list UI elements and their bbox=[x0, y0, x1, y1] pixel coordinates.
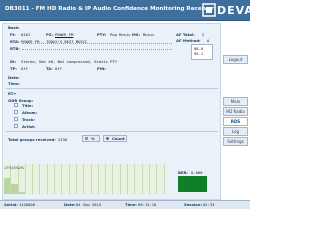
date-label: Date: bbox=[8, 75, 20, 80]
section-divider bbox=[6, 88, 218, 89]
nav-log[interactable]: Log bbox=[223, 127, 248, 136]
group-bar bbox=[150, 164, 158, 194]
logo-text: DEVA bbox=[217, 4, 254, 17]
rtplus-label: RT+ bbox=[8, 91, 17, 96]
status-date-value: 04 Sep 2015 bbox=[76, 202, 102, 207]
time-label: Time: bbox=[8, 81, 20, 86]
track-indicator bbox=[14, 117, 18, 121]
logout-button[interactable]: Logout bbox=[223, 55, 248, 64]
nav-settings[interactable]: Settings bbox=[223, 137, 248, 146]
serial-value: 1420000 bbox=[19, 202, 36, 207]
artist-indicator bbox=[14, 124, 18, 128]
nav-hd-radio[interactable]: HD Radio bbox=[223, 107, 248, 116]
count-label: Count bbox=[112, 136, 125, 141]
group-bar-fill bbox=[11, 183, 18, 194]
group-bar bbox=[77, 164, 85, 194]
rta-label: RTA: bbox=[10, 39, 20, 44]
album-indicator bbox=[14, 110, 18, 114]
deva-logo: DEVA bbox=[202, 3, 253, 17]
status-time-value: 09:15:10 bbox=[138, 202, 157, 207]
ms-label: MS: bbox=[132, 32, 141, 37]
group-bar bbox=[157, 164, 165, 194]
tp-value: Off bbox=[21, 66, 28, 71]
pi-value: 0101 bbox=[21, 32, 31, 37]
radio-icon bbox=[85, 137, 88, 140]
ber-value: 0.000 bbox=[191, 170, 203, 175]
group-bar bbox=[55, 164, 63, 194]
rta-underline bbox=[22, 43, 172, 44]
group-bar bbox=[69, 164, 77, 194]
di-value: Stereo, Not AH, Not compressed, Static P… bbox=[21, 59, 118, 64]
group-bar bbox=[135, 164, 143, 194]
ps-value: POWER FM bbox=[55, 32, 74, 37]
pi-label: PI: bbox=[10, 32, 16, 37]
rtplus-artist-label: Artist: bbox=[22, 124, 36, 129]
group-bar bbox=[128, 164, 136, 194]
section-divider bbox=[6, 131, 218, 132]
title-indicator bbox=[14, 103, 18, 107]
af-method-value: A bbox=[207, 38, 210, 43]
status-date-label: Date: bbox=[64, 202, 76, 207]
af-method-label: AF Method: bbox=[176, 38, 201, 43]
af-total-label: AF Total: bbox=[176, 32, 195, 37]
logo-mark-icon bbox=[202, 3, 216, 17]
af-list-item: 95.1 bbox=[194, 51, 204, 56]
group-bar-fill bbox=[18, 191, 25, 194]
group-bar bbox=[106, 164, 114, 194]
ta-value: Off bbox=[55, 66, 62, 71]
group-bar bbox=[47, 164, 56, 194]
radio-icon bbox=[106, 137, 109, 140]
di-label: DI: bbox=[10, 59, 17, 64]
page-footer-area bbox=[0, 209, 250, 250]
serial-label: Serial: bbox=[4, 202, 18, 207]
count-toggle-button[interactable]: Count bbox=[103, 135, 127, 142]
section-basic-label: Basic bbox=[8, 25, 20, 30]
group-bar bbox=[91, 164, 99, 194]
nav-rds[interactable]: RDS bbox=[223, 117, 248, 126]
percent-label: % bbox=[91, 136, 95, 141]
session-label: Session: bbox=[184, 202, 202, 207]
pty-value: Pop Music bbox=[110, 32, 131, 37]
percent-toggle-button[interactable]: % bbox=[82, 135, 100, 142]
ta-label: TA: bbox=[46, 66, 53, 71]
group-bar bbox=[84, 164, 92, 194]
group-bar bbox=[120, 164, 129, 194]
group-bar-label: 2% bbox=[18, 166, 24, 170]
group-bar bbox=[40, 164, 48, 194]
af-list-box[interactable]: 88.0 95.1 bbox=[191, 44, 213, 60]
rtb-field bbox=[22, 49, 172, 50]
rtplus-title-label: Title: bbox=[22, 103, 34, 108]
group-bar: 2% bbox=[18, 164, 26, 194]
group-bar bbox=[25, 164, 34, 194]
rtb-label: RTB: bbox=[10, 46, 20, 51]
group-bar bbox=[62, 164, 70, 194]
group-bar bbox=[98, 164, 107, 194]
af-total-value: 2 bbox=[202, 32, 205, 37]
total-groups-label: Total groups received: bbox=[8, 137, 56, 142]
group-bar bbox=[33, 164, 41, 194]
rtplus-album-label: Album: bbox=[22, 110, 38, 115]
group-bar bbox=[142, 164, 150, 194]
ber-label: BER: bbox=[178, 170, 188, 175]
ms-value: Music bbox=[143, 32, 155, 37]
nav-main[interactable]: Main bbox=[223, 97, 248, 106]
rtplus-track-label: Track: bbox=[22, 117, 35, 122]
pty-label: PTY: bbox=[97, 32, 107, 37]
tp-label: TP: bbox=[10, 66, 17, 71]
group-bar-fill bbox=[4, 177, 11, 194]
status-time-label: Time: bbox=[125, 202, 137, 207]
group-bar: 10% bbox=[11, 164, 19, 194]
ps-label: PS: bbox=[46, 32, 54, 37]
session-value: 02:33 bbox=[203, 202, 215, 207]
pin-label: PIN: bbox=[97, 66, 106, 71]
group-bar bbox=[113, 164, 121, 194]
total-groups-value: 2330 bbox=[58, 137, 68, 142]
ber-indicator bbox=[178, 176, 207, 192]
group-bar: 17% bbox=[4, 164, 12, 194]
app-title: DB3011 - FM HD Radio & IP Audio Confiden… bbox=[5, 6, 214, 12]
